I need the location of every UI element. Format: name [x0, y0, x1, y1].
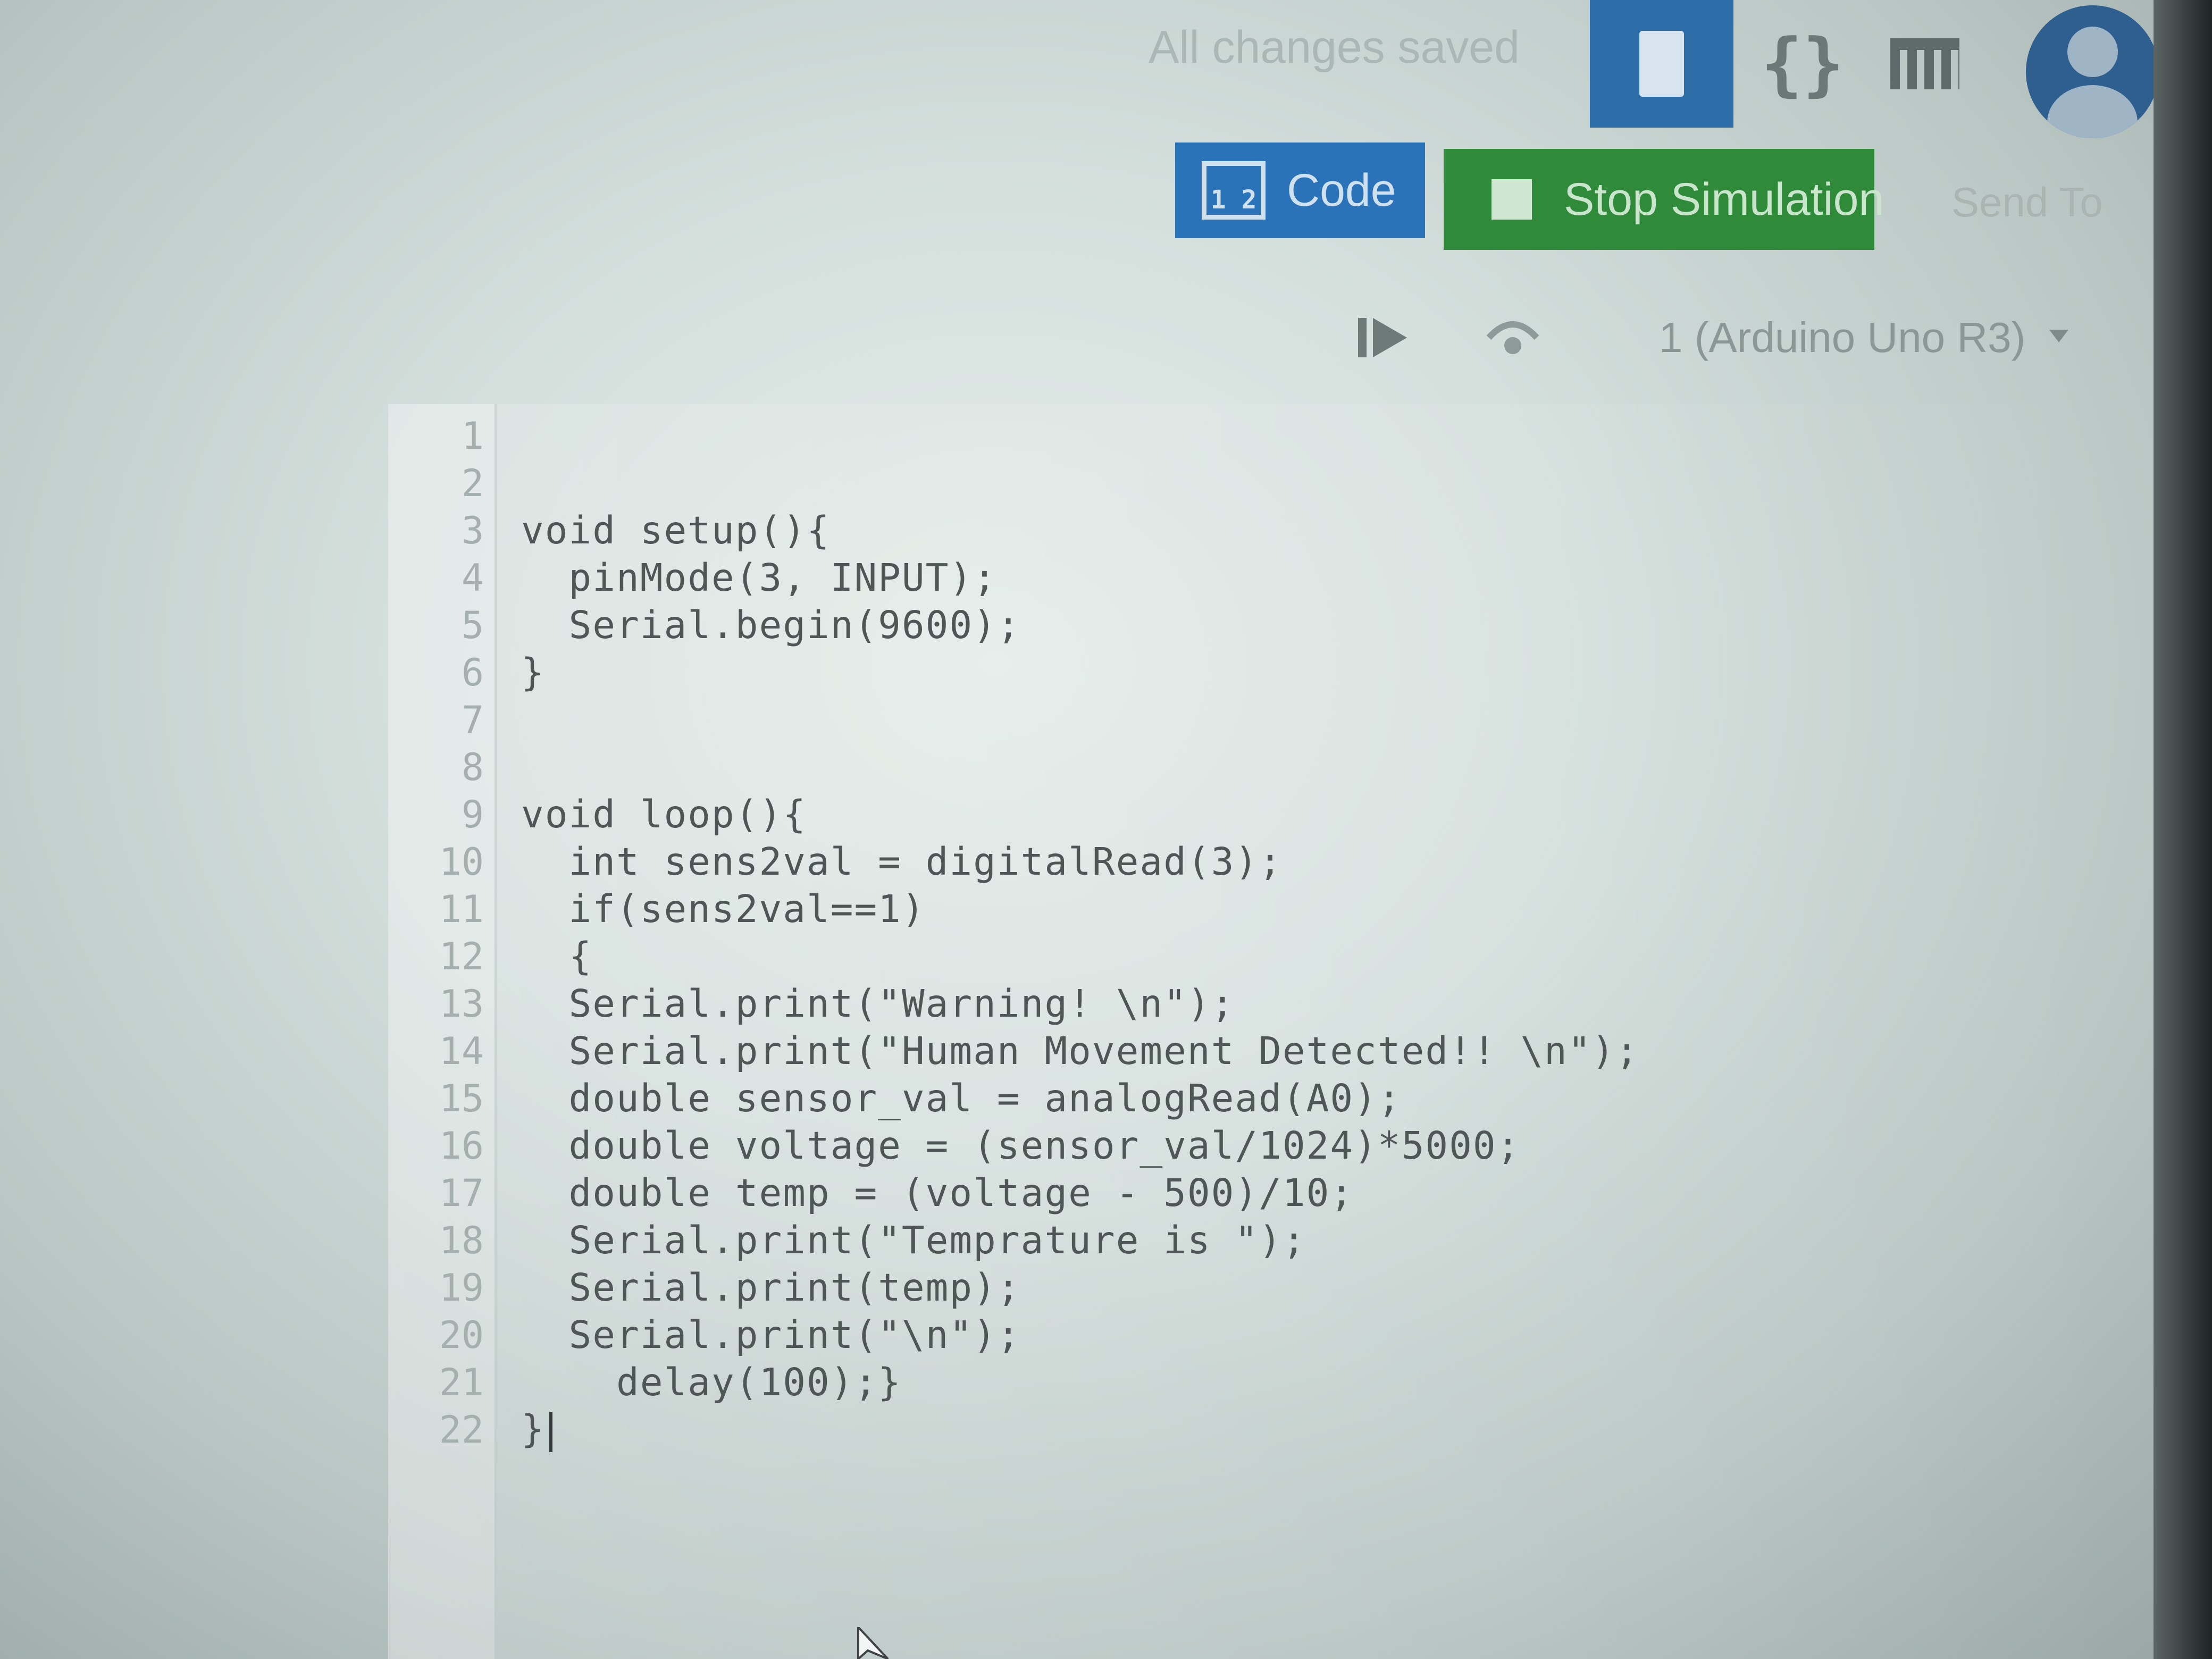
code-line: 17 double temp = (voltage - 500)/10; — [388, 1169, 1354, 1217]
line-number: 18 — [439, 1218, 484, 1262]
line-number: 14 — [439, 1029, 484, 1073]
code-line: 10 int sens2val = digitalRead(3); — [388, 838, 1283, 885]
line-number: 5 — [461, 603, 484, 647]
line-number: 21 — [439, 1360, 484, 1404]
text-cursor — [549, 1411, 552, 1452]
code-line: 9 void loop(){ — [388, 791, 807, 838]
chip-icon — [1639, 31, 1684, 97]
line-number: 6 — [461, 650, 484, 694]
send-to-button[interactable]: Send To — [1951, 178, 2103, 227]
stop-icon — [1492, 179, 1532, 220]
code-text: double temp = (voltage - 500)/10; — [521, 1171, 1354, 1215]
code-line: 12 { — [388, 933, 592, 980]
code-icon: 1 2 — [1202, 161, 1266, 220]
code-text: } — [521, 650, 545, 694]
schematic-view-button[interactable]: {} — [1755, 0, 1850, 128]
code-line: 7 — [388, 696, 521, 743]
code-line: 22} — [388, 1406, 552, 1453]
line-number: 10 — [439, 840, 484, 884]
line-number: 11 — [439, 887, 484, 931]
step-icon[interactable] — [1356, 314, 1409, 362]
code-text: Serial.print("Human Movement Detected!! … — [521, 1029, 1640, 1073]
code-text: pinMode(3, INPUT); — [521, 556, 997, 600]
user-avatar[interactable] — [2026, 5, 2159, 138]
stop-simulation-label: Stop Simulation — [1564, 173, 1884, 225]
code-line: 16 double voltage = (sensor_val/1024)*50… — [388, 1122, 1520, 1169]
list-icon — [1890, 38, 1959, 89]
line-number: 9 — [461, 792, 484, 836]
code-line: 4 pinMode(3, INPUT); — [388, 554, 997, 601]
code-text: { — [521, 934, 593, 978]
code-text: void setup(){ — [521, 508, 831, 552]
code-text: int sens2val = digitalRead(3); — [521, 840, 1283, 884]
code-text: void loop(){ — [521, 792, 807, 836]
chevron-down-icon — [2049, 330, 2068, 342]
line-number: 7 — [461, 698, 484, 742]
code-line: 2 — [388, 459, 521, 507]
line-number: 3 — [461, 508, 484, 552]
line-number: 19 — [439, 1266, 484, 1310]
monitor-bezel — [2154, 0, 2212, 1659]
code-text: Serial.print("Temprature is "); — [521, 1218, 1306, 1262]
code-text: Serial.print(temp); — [521, 1266, 1021, 1310]
code-editor[interactable]: 1 2 3 void setup(){ 4 pinMode(3, INPUT); … — [388, 404, 2143, 1659]
code-line: 6} — [388, 649, 545, 696]
code-line: 13 Serial.print("Warning! \n"); — [388, 980, 1235, 1027]
line-number: 20 — [439, 1313, 484, 1357]
code-line: 20 Serial.print("\n"); — [388, 1311, 1021, 1359]
braces-icon: {} — [1761, 23, 1845, 104]
device-select[interactable]: 1 (Arduino Uno R3) — [1606, 298, 2100, 378]
code-line: 18 Serial.print("Temprature is "); — [388, 1217, 1306, 1264]
save-status: All changes saved — [1149, 22, 1520, 73]
device-select-value: 1 (Arduino Uno R3) — [1659, 314, 2026, 361]
code-text: } — [521, 1407, 552, 1452]
code-line: 3 void setup(){ — [388, 507, 831, 554]
code-text: double voltage = (sensor_val/1024)*5000; — [521, 1124, 1521, 1168]
code-text: Serial.begin(9600); — [521, 603, 1021, 647]
code-text: Serial.print("\n"); — [521, 1313, 1021, 1357]
line-number: 16 — [439, 1124, 484, 1168]
code-line: 19 Serial.print(temp); — [388, 1264, 1021, 1311]
line-number: 8 — [461, 745, 484, 789]
code-line: 8 — [388, 743, 521, 791]
circuit-view-button[interactable] — [1590, 0, 1733, 128]
component-list-button[interactable] — [1872, 0, 1978, 128]
code-text: delay(100);} — [521, 1360, 902, 1404]
code-line: 5 Serial.begin(9600); — [388, 601, 1021, 649]
code-line: 11 if(sens2val==1) — [388, 885, 926, 933]
code-button-label: Code — [1287, 164, 1396, 216]
line-number: 12 — [439, 934, 484, 978]
code-line: 1 — [388, 412, 521, 459]
code-line: 15 double sensor_val = analogRead(A0); — [388, 1075, 1402, 1122]
code-text: Serial.print("Warning! \n"); — [521, 982, 1235, 1026]
code-text: if(sens2val==1) — [521, 887, 926, 931]
code-line: 21 delay(100);} — [388, 1359, 902, 1406]
line-number: 22 — [439, 1407, 484, 1452]
line-number: 13 — [439, 982, 484, 1026]
debug-icon[interactable] — [1484, 308, 1542, 362]
code-button[interactable]: 1 2 Code — [1175, 143, 1425, 238]
line-number: 4 — [461, 556, 484, 600]
line-number: 2 — [461, 461, 484, 505]
code-line: 14 Serial.print("Human Movement Detected… — [388, 1027, 1639, 1075]
line-number: 1 — [461, 414, 484, 458]
mouse-pointer-icon — [857, 1627, 889, 1659]
code-text: double sensor_val = analogRead(A0); — [521, 1076, 1402, 1120]
line-number: 15 — [439, 1076, 484, 1120]
stop-simulation-button[interactable]: Stop Simulation — [1444, 149, 1884, 250]
user-avatar-icon — [2067, 27, 2118, 77]
line-number: 17 — [439, 1171, 484, 1215]
